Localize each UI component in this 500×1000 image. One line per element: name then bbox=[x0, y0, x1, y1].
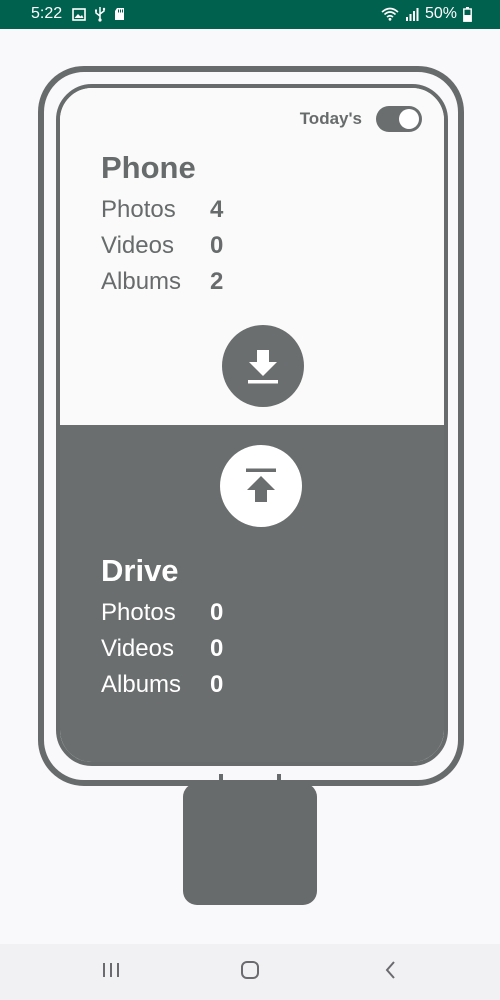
status-time: 5:22 bbox=[31, 5, 63, 22]
signal-icon bbox=[405, 7, 419, 21]
upload-button[interactable] bbox=[220, 445, 302, 527]
back-icon[interactable] bbox=[381, 960, 401, 980]
phone-stat-videos: Videos 0 bbox=[101, 232, 223, 260]
download-icon bbox=[248, 350, 278, 384]
todays-toggle[interactable] bbox=[376, 106, 422, 132]
download-button[interactable] bbox=[222, 325, 304, 407]
stat-value: 0 bbox=[210, 671, 224, 698]
navigation-bar bbox=[0, 944, 500, 1000]
wifi-icon bbox=[381, 7, 399, 21]
drive-title: Drive bbox=[101, 553, 179, 588]
stat-label: Albums bbox=[101, 671, 182, 698]
status-bar: 5:22 50% bbox=[0, 0, 500, 29]
stat-value: 0 bbox=[210, 599, 224, 626]
battery-icon bbox=[463, 6, 472, 22]
image-icon bbox=[72, 7, 86, 21]
drive-device-box bbox=[183, 783, 317, 905]
recent-apps-icon[interactable] bbox=[101, 960, 121, 980]
drive-stat-albums: Albums 0 bbox=[101, 671, 223, 699]
battery-percent: 50% bbox=[424, 5, 457, 22]
phone-stat-photos: Photos 4 bbox=[101, 196, 223, 224]
usb-icon bbox=[95, 7, 106, 22]
upload-icon bbox=[246, 468, 276, 502]
todays-toggle-label: Today's bbox=[299, 109, 362, 128]
phone-frame: Today's Phone Photos 4 Videos 0 Albums 2 bbox=[38, 66, 464, 786]
drive-stat-photos: Photos 0 bbox=[101, 599, 223, 627]
phone-title: Phone bbox=[101, 150, 196, 185]
stat-value: 0 bbox=[210, 635, 224, 662]
phone-stat-albums: Albums 2 bbox=[101, 268, 223, 296]
stat-value: 2 bbox=[210, 268, 224, 295]
stat-value: 0 bbox=[210, 232, 224, 259]
stat-value: 4 bbox=[210, 196, 224, 223]
home-icon[interactable] bbox=[240, 960, 260, 980]
phone-screen: Today's Phone Photos 4 Videos 0 Albums 2 bbox=[56, 84, 448, 766]
sd-card-icon bbox=[115, 8, 124, 20]
stat-label: Videos bbox=[101, 635, 174, 662]
drive-section: Drive Photos 0 Videos 0 Albums 0 bbox=[60, 425, 444, 762]
toggle-knob bbox=[399, 109, 419, 129]
status-icons-left bbox=[72, 6, 125, 22]
stat-label: Albums bbox=[101, 268, 182, 295]
stat-label: Photos bbox=[101, 196, 176, 223]
drive-stat-videos: Videos 0 bbox=[101, 635, 223, 663]
phone-section: Today's Phone Photos 4 Videos 0 Albums 2 bbox=[60, 88, 444, 425]
status-icons-right: 50% bbox=[381, 5, 472, 23]
stat-label: Photos bbox=[101, 599, 176, 626]
stat-label: Videos bbox=[101, 232, 174, 259]
